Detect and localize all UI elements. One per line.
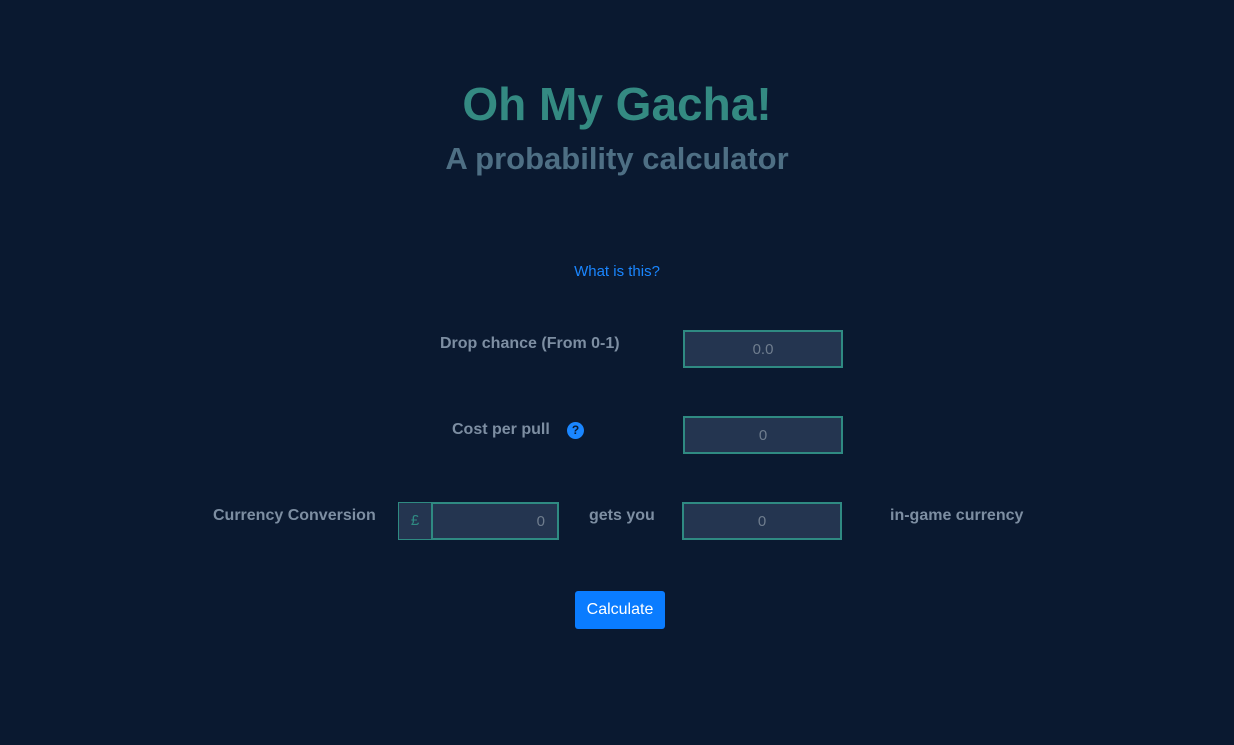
drop-chance-label: Drop chance (From 0-1) [440,335,620,352]
cost-per-pull-label: Cost per pull [452,421,550,438]
page-title: Oh My Gacha! [462,78,772,130]
drop-chance-input[interactable] [683,330,843,368]
page-subtitle: A probability calculator [445,141,789,176]
gets-you-label: gets you [589,507,655,524]
currency-symbol-prefix: £ [398,502,432,540]
ingame-currency-input[interactable] [682,502,842,540]
calculate-button[interactable]: Calculate [575,591,665,629]
help-link-container: What is this? [0,262,1234,282]
real-money-input[interactable] [431,502,559,540]
currency-conversion-label: Currency Conversion [213,507,376,524]
what-is-this-link[interactable]: What is this? [574,263,660,280]
cost-per-pull-input[interactable] [683,416,843,454]
question-circle-icon[interactable]: ? [567,422,584,439]
ingame-currency-label: in-game currency [890,507,1024,524]
page: Oh My Gacha! A probability calculator Wh… [0,0,1234,745]
